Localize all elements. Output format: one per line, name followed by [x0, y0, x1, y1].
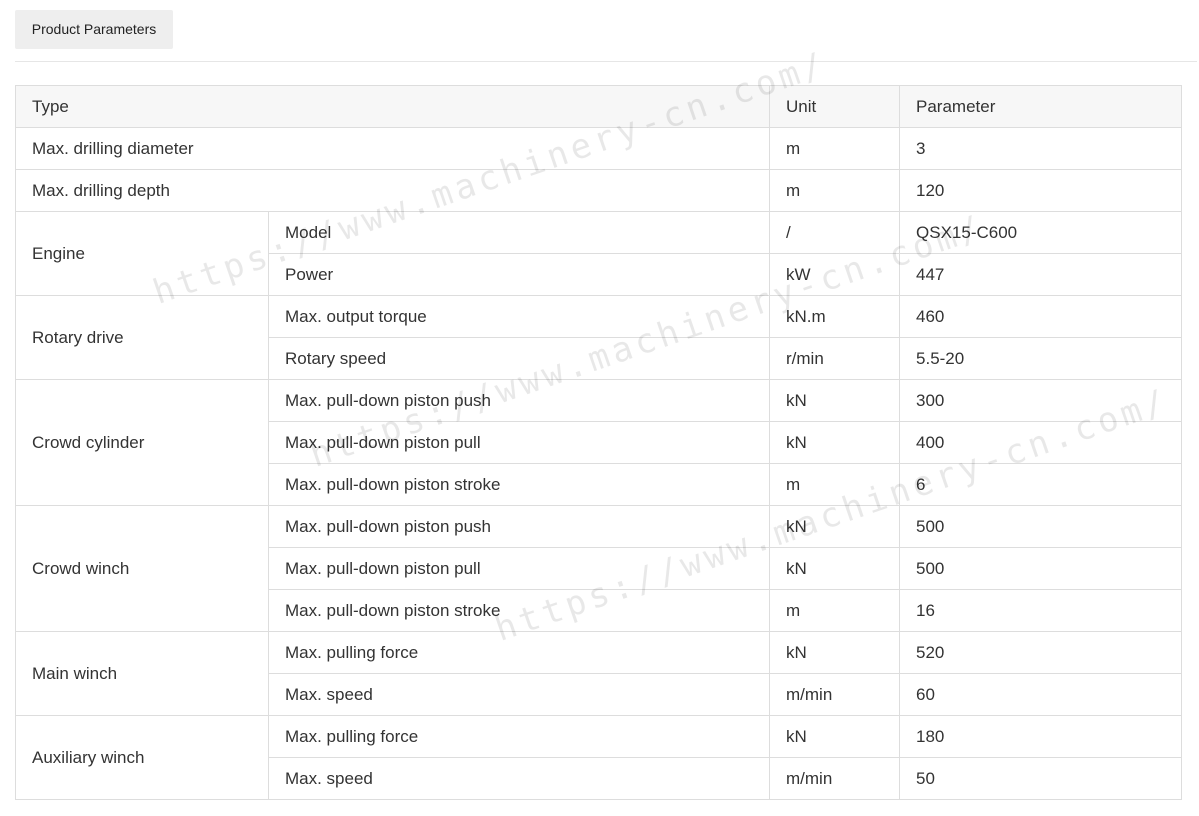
row-item-name: Max. speed	[267, 757, 771, 800]
row-parameter: 180	[899, 715, 1183, 758]
row-group: Crowd winch	[15, 505, 269, 632]
row-unit: kN	[769, 505, 901, 548]
row-item-name: Max. pull-down piston stroke	[267, 463, 771, 506]
table-row: Max. drilling depth m 120	[14, 169, 1183, 212]
row-parameter: 120	[899, 169, 1183, 212]
row-unit: m/min	[769, 757, 901, 800]
table-row: Engine Model / QSX15-C600	[15, 211, 1183, 296]
table-row: Crowd cylinder Max. pull-down piston push…	[15, 379, 1183, 506]
table-row: Rotary drive Max. output torque kN.m 460	[15, 295, 1183, 380]
row-unit: m	[769, 127, 901, 170]
table-row: Crowd winch Max. pull-down piston push kN 5…	[15, 505, 1183, 632]
row-parameter: 460	[899, 295, 1183, 338]
row-parameter: 400	[899, 421, 1183, 464]
row-unit: kN	[769, 379, 901, 422]
row-unit: kN	[769, 421, 901, 464]
row-unit: /	[769, 211, 901, 254]
row-unit: m	[769, 169, 901, 212]
header-type: Type	[14, 85, 771, 128]
row-parameter: 447	[899, 253, 1183, 296]
table-row: Auxiliary winch Max. pulling force kN 180	[15, 715, 1183, 800]
table-row: Max. drilling diameter m 3	[14, 127, 1183, 170]
row-parameter: 500	[899, 547, 1183, 590]
row-unit: m	[769, 463, 901, 506]
row-item-name: Max. pull-down piston stroke	[267, 589, 771, 632]
row-parameter: 6	[899, 463, 1183, 506]
row-parameter: 3	[899, 127, 1183, 170]
row-item-name: Max. pull-down piston pull	[267, 421, 771, 464]
row-unit: kN	[769, 547, 901, 590]
row-item-name: Model	[267, 211, 771, 254]
row-unit: kN	[769, 631, 901, 674]
row-item-name: Power	[267, 253, 771, 296]
row-item-name: Max. pull-down piston push	[267, 505, 771, 548]
row-item-name: Max. pulling force	[267, 631, 771, 674]
row-parameter: 300	[899, 379, 1183, 422]
row-group: Rotary drive	[15, 295, 269, 380]
row-unit: kN.m	[769, 295, 901, 338]
row-unit: m/min	[769, 673, 901, 716]
table-row: Main winch Max. pulling force kN 520	[15, 631, 1183, 716]
row-unit: kN	[769, 715, 901, 758]
row-unit: kW	[769, 253, 901, 296]
header-parameter: Parameter	[899, 85, 1183, 128]
tab-product-parameters[interactable]: Product Parameters	[15, 10, 173, 49]
row-parameter: 500	[899, 505, 1183, 548]
row-group: Crowd cylinder	[15, 379, 269, 506]
tab-bar: Product Parameters	[15, 10, 1197, 62]
row-parameter: 60	[899, 673, 1183, 716]
row-group: Main winch	[15, 631, 269, 716]
row-item-name: Max. output torque	[267, 295, 771, 338]
row-parameter: 5.5-20	[899, 337, 1183, 380]
row-item-name: Max. pulling force	[267, 715, 771, 758]
row-type: Max. drilling depth	[14, 169, 771, 212]
row-unit: m	[769, 589, 901, 632]
row-item-name: Max. pull-down piston pull	[267, 547, 771, 590]
row-group: Auxiliary winch	[15, 715, 269, 800]
parameters-table: Type Unit Parameter Max. drilling diamet…	[14, 85, 1183, 800]
row-parameter: 520	[899, 631, 1183, 674]
row-parameter: 16	[899, 589, 1183, 632]
row-parameter: 50	[899, 757, 1183, 800]
row-item-name: Max. pull-down piston push	[267, 379, 771, 422]
row-item-name: Rotary speed	[267, 337, 771, 380]
table-body: Max. drilling diameter m 3 Max. drilling de…	[14, 127, 1183, 800]
row-item-name: Max. speed	[267, 673, 771, 716]
table-header-row: Type Unit Parameter	[14, 85, 1183, 128]
row-group: Engine	[15, 211, 269, 296]
row-parameter: QSX15-C600	[899, 211, 1183, 254]
row-unit: r/min	[769, 337, 901, 380]
row-type: Max. drilling diameter	[14, 127, 771, 170]
header-unit: Unit	[769, 85, 901, 128]
